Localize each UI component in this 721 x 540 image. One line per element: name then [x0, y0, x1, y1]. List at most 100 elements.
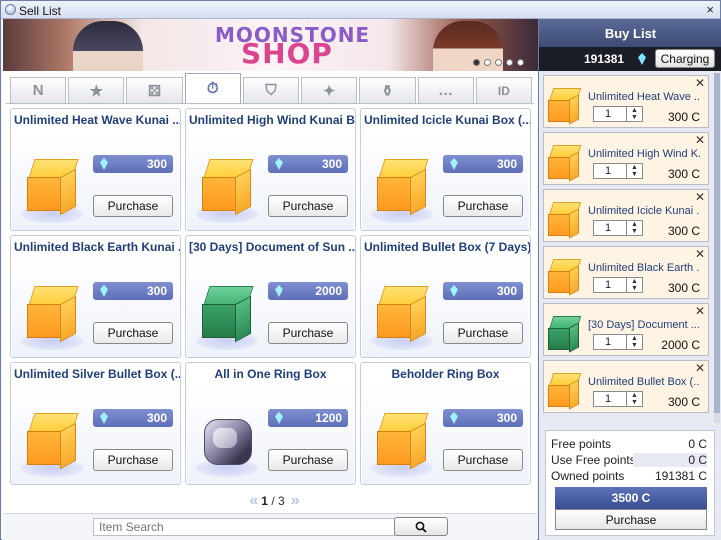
green-box-icon	[548, 316, 582, 353]
gem-icon	[450, 412, 458, 424]
purchase-button[interactable]: Purchase	[443, 322, 523, 344]
purchase-button[interactable]: Purchase	[268, 449, 348, 471]
item-card[interactable]: Unlimited High Wind Kunai B... 300 Purch…	[185, 108, 356, 231]
shop-banner[interactable]: MOONSTONE SHOP	[3, 19, 538, 71]
total-pages: 3	[278, 494, 285, 508]
remove-icon[interactable]: ✕	[695, 76, 705, 90]
spinner-arrows-icon[interactable]: ▲ ▼	[626, 392, 642, 406]
buy-item-name: Unlimited Bullet Box (...	[588, 376, 700, 388]
purchase-button[interactable]: Purchase	[93, 195, 173, 217]
item-card[interactable]: All in One Ring Box 1200 Purchase	[185, 362, 356, 485]
spinner-arrows-icon[interactable]: ▲ ▼	[626, 221, 642, 235]
tab-limited-time[interactable]: ⏱	[184, 73, 241, 103]
remove-icon[interactable]: ✕	[695, 304, 705, 318]
window-orb-icon	[5, 4, 16, 15]
gem-icon	[638, 53, 646, 65]
item-price: 300	[268, 155, 348, 173]
item-name: Unlimited Bullet Box (7 Days)	[364, 240, 530, 254]
purchase-button[interactable]: Purchase	[443, 449, 523, 471]
buy-list-scrollbar[interactable]	[714, 73, 720, 423]
hourglass-box-icon: ⚄	[148, 82, 162, 100]
use-free-points-row[interactable]: Use Free points 0 C	[551, 453, 711, 467]
item-search-input[interactable]	[93, 518, 395, 536]
tab-divider	[6, 103, 534, 104]
quantity-stepper[interactable]: 1 ▲ ▼	[593, 277, 643, 293]
item-name: All in One Ring Box	[214, 367, 327, 381]
item-card[interactable]: Unlimited Bullet Box (7 Days) 300 Purcha…	[360, 235, 531, 358]
tab-chat[interactable]: …	[417, 77, 474, 103]
tab-id[interactable]: ID	[475, 77, 532, 103]
buy-item-price: 300 C	[667, 224, 700, 238]
spinner-arrows-icon[interactable]: ▲ ▼	[626, 278, 642, 292]
quantity-stepper[interactable]: 1 ▲ ▼	[593, 220, 643, 236]
tab-enchant[interactable]: ✦	[301, 77, 358, 103]
item-card[interactable]: Unlimited Silver Bullet Box (... 300 Pur…	[10, 362, 181, 485]
prev-page-icon[interactable]: «	[249, 492, 258, 510]
quantity-stepper[interactable]: 1 ▲ ▼	[593, 391, 643, 407]
buy-list-item: Unlimited Bullet Box (... ✕ 1 ▲ ▼ 300 C	[543, 360, 709, 413]
tab-boxes[interactable]: ⚄	[126, 77, 183, 103]
spinner-arrows-icon[interactable]: ▲ ▼	[626, 335, 642, 349]
gold-box-icon	[27, 286, 79, 343]
gold-box-icon	[27, 413, 79, 470]
use-free-points-value[interactable]: 0 C	[633, 453, 707, 467]
buy-item-price: 300 C	[667, 281, 700, 295]
id-card-icon: ID	[497, 83, 510, 98]
banner-page-dot[interactable]	[495, 59, 502, 66]
next-page-icon[interactable]: »	[291, 492, 300, 510]
banner-pager[interactable]	[473, 59, 524, 66]
title-bar[interactable]: Sell List ×	[1, 1, 720, 19]
shield-icon: ⛉	[265, 82, 277, 99]
purchase-button[interactable]: Purchase	[268, 195, 348, 217]
close-icon[interactable]: ×	[706, 2, 714, 17]
item-card[interactable]: Unlimited Icicle Kunai Box (... 300 Purc…	[360, 108, 531, 231]
quantity-stepper[interactable]: 1 ▲ ▼	[593, 163, 643, 179]
banner-logo-bottom: SHOP	[241, 37, 333, 70]
item-price: 300	[443, 409, 523, 427]
balance-value: 191381	[584, 52, 625, 66]
item-price-value: 300	[496, 157, 517, 171]
item-price: 1200	[268, 409, 348, 427]
purchase-button[interactable]: Purchase	[93, 449, 173, 471]
banner-page-dot[interactable]	[473, 59, 480, 66]
spinner-arrows-icon[interactable]: ▲ ▼	[626, 164, 642, 178]
item-price: 300	[93, 409, 173, 427]
use-free-points-label: Use Free points	[551, 453, 636, 467]
charging-button[interactable]: Charging	[655, 49, 715, 68]
tab-consumables[interactable]: ⚱	[359, 77, 416, 103]
item-card[interactable]: Unlimited Heat Wave Kunai ... 300 Purcha…	[10, 108, 181, 231]
buy-list-panel: Buy List 191381 Charging Unlimited Heat …	[538, 19, 721, 540]
item-card[interactable]: [30 Days] Document of Sun ... 2000 Purch…	[185, 235, 356, 358]
item-card[interactable]: Unlimited Black Earth Kunai ... 300 Purc…	[10, 235, 181, 358]
banner-page-dot[interactable]	[517, 59, 524, 66]
banner-page-dot[interactable]	[506, 59, 513, 66]
total-cost: 3500 C	[555, 487, 707, 509]
gold-box-icon	[548, 88, 582, 125]
item-price-value: 300	[496, 411, 517, 425]
spinner-arrows-icon[interactable]: ▲ ▼	[626, 107, 642, 121]
remove-icon[interactable]: ✕	[695, 190, 705, 204]
item-card[interactable]: Beholder Ring Box 300 Purchase	[360, 362, 531, 485]
tab-favorites[interactable]: ★	[68, 77, 125, 103]
quantity-stepper[interactable]: 1 ▲ ▼	[593, 334, 643, 350]
item-price-value: 300	[496, 284, 517, 298]
free-points-label: Free points	[551, 437, 612, 451]
gold-box-icon	[548, 145, 582, 182]
purchase-all-button[interactable]: Purchase	[555, 509, 707, 530]
clock-icon: ⏱	[206, 80, 219, 97]
item-name: Unlimited High Wind Kunai B...	[189, 113, 355, 127]
search-button[interactable]	[394, 517, 448, 536]
quantity-stepper[interactable]: 1 ▲ ▼	[593, 106, 643, 122]
tab-equipment[interactable]: ⛉	[242, 77, 300, 103]
remove-icon[interactable]: ✕	[695, 361, 705, 375]
tab-new[interactable]: N	[10, 77, 67, 103]
scrollbar-thumb[interactable]	[714, 73, 720, 413]
remove-icon[interactable]: ✕	[695, 133, 705, 147]
purchase-button[interactable]: Purchase	[443, 195, 523, 217]
remove-icon[interactable]: ✕	[695, 247, 705, 261]
banner-page-dot[interactable]	[484, 59, 491, 66]
window-title: Sell List	[19, 4, 62, 18]
gem-icon	[275, 158, 283, 170]
purchase-button[interactable]: Purchase	[268, 322, 348, 344]
purchase-button[interactable]: Purchase	[93, 322, 173, 344]
